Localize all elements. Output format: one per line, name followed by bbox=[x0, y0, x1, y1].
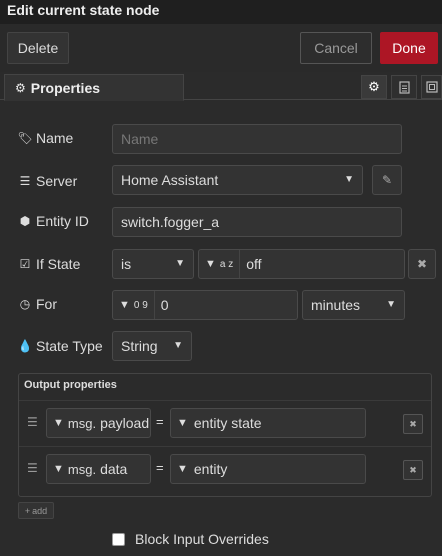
output-property: payload bbox=[100, 415, 150, 431]
caret-down-icon: ▼ bbox=[53, 463, 64, 475]
remove-row-button[interactable]: ✖ bbox=[403, 460, 423, 480]
dialog-toolbar: Delete Cancel Done bbox=[0, 24, 442, 72]
server-value: Home Assistant bbox=[121, 172, 219, 188]
checkbox-icon: ☑ bbox=[19, 257, 31, 271]
type-selector[interactable]: ▼ a z bbox=[199, 250, 241, 278]
output-property: data bbox=[100, 461, 128, 477]
add-label: add bbox=[32, 505, 48, 516]
caret-down-icon: ▼ bbox=[177, 463, 188, 475]
output-properties-title: Output properties bbox=[24, 379, 117, 391]
output-value: entity bbox=[193, 461, 228, 477]
cube-icon: ⬢ bbox=[19, 214, 31, 228]
for-label-row: ◷ For bbox=[18, 296, 57, 312]
gear-icon: ⚙ bbox=[15, 80, 26, 95]
name-field[interactable]: Name bbox=[112, 124, 402, 154]
ifstate-operator-select[interactable]: is ▼ bbox=[112, 249, 194, 279]
server-select[interactable]: Home Assistant ▼ bbox=[112, 165, 363, 195]
type-selector[interactable]: ▼ bbox=[171, 409, 194, 437]
equals-sign: = bbox=[156, 460, 164, 475]
appearance-tab-icon[interactable] bbox=[421, 75, 442, 99]
caret-down-icon: ▼ bbox=[205, 258, 216, 270]
tab-bar: ⚙ Properties ⚙ bbox=[0, 72, 442, 101]
tag-icon: 🏷 bbox=[17, 131, 33, 145]
for-label: For bbox=[36, 296, 57, 312]
type-selector[interactable]: ▼ 0 9 bbox=[113, 291, 155, 319]
statetype-select[interactable]: String ▼ bbox=[112, 331, 192, 361]
statetype-label: State Type bbox=[36, 338, 103, 354]
caret-down-icon: ▼ bbox=[177, 417, 188, 429]
caret-down-icon: ▼ bbox=[53, 417, 64, 429]
statetype-value: String bbox=[121, 338, 158, 354]
type-selector[interactable]: ▼ bbox=[171, 455, 194, 483]
ifstate-value-field[interactable]: ▼ a z off bbox=[198, 249, 405, 279]
output-row: ☰ ▼ msg. data = ▼ entity ✖ bbox=[19, 446, 431, 490]
chevron-down-icon: ▼ bbox=[344, 174, 354, 185]
name-label-row: 🏷 Name bbox=[17, 130, 74, 146]
caret-down-icon: ▼ bbox=[119, 299, 130, 311]
chevron-down-icon: ▼ bbox=[175, 258, 185, 269]
plus-icon: + bbox=[24, 505, 31, 516]
server-icon: ☰ bbox=[19, 174, 31, 188]
msg-prefix: msg. bbox=[67, 461, 97, 477]
string-type-icon: a z bbox=[219, 258, 234, 270]
name-label: Name bbox=[36, 130, 74, 146]
block-input-checkbox[interactable] bbox=[112, 532, 125, 546]
properties-panel: 🏷 Name Name ☰ Server Home Assistant ▼ ✎ … bbox=[0, 101, 442, 556]
for-unit-select[interactable]: minutes ▼ bbox=[302, 290, 405, 320]
tab-properties[interactable]: ⚙ Properties bbox=[4, 74, 184, 101]
block-input-label: Block Input Overrides bbox=[135, 531, 269, 547]
output-property-field[interactable]: ▼ msg. payload bbox=[46, 408, 151, 438]
close-icon: ✖ bbox=[409, 464, 417, 475]
type-selector[interactable]: ▼ msg. bbox=[47, 409, 98, 437]
done-button[interactable]: Done bbox=[380, 32, 438, 64]
for-value-field[interactable]: ▼ 0 9 0 bbox=[112, 290, 298, 320]
close-icon: ✖ bbox=[416, 257, 428, 271]
equals-sign: = bbox=[156, 414, 164, 429]
remove-row-button[interactable]: ✖ bbox=[403, 414, 423, 434]
description-tab-icon[interactable] bbox=[391, 75, 417, 99]
entity-label: Entity ID bbox=[36, 213, 89, 229]
ifstate-label: If State bbox=[36, 256, 81, 272]
msg-prefix: msg. bbox=[67, 415, 97, 431]
output-row: ☰ ▼ msg. payload = ▼ entity state ✖ bbox=[19, 400, 431, 444]
cancel-button[interactable]: Cancel bbox=[300, 32, 372, 64]
dialog-titlebar: Edit current state node bbox=[0, 0, 442, 24]
statetype-label-row: 💧 State Type bbox=[18, 338, 103, 354]
type-selector[interactable]: ▼ msg. bbox=[47, 455, 98, 483]
entity-id-field[interactable]: switch.fogger_a bbox=[112, 207, 402, 237]
output-value: entity state bbox=[193, 415, 262, 431]
ifstate-operator: is bbox=[121, 256, 132, 272]
dialog-title: Edit current state node bbox=[7, 2, 160, 18]
output-value-field[interactable]: ▼ entity bbox=[170, 454, 366, 484]
edit-server-button[interactable]: ✎ bbox=[372, 165, 402, 195]
output-properties-box: Output properties ☰ ▼ msg. payload = ▼ e… bbox=[18, 373, 432, 497]
delete-button[interactable]: Delete bbox=[7, 32, 69, 64]
close-icon: ✖ bbox=[409, 418, 417, 429]
output-property-field[interactable]: ▼ msg. data bbox=[46, 454, 151, 484]
clear-ifstate-button[interactable]: ✖ bbox=[408, 249, 436, 279]
block-input-row: Block Input Overrides bbox=[112, 531, 269, 547]
server-label: Server bbox=[36, 173, 78, 189]
server-label-row: ☰ Server bbox=[18, 173, 78, 189]
chevron-down-icon: ▼ bbox=[173, 340, 183, 351]
number-type-icon: 0 9 bbox=[133, 299, 148, 311]
entity-label-row: ⬢ Entity ID bbox=[18, 213, 89, 229]
ifstate-label-row: ☑ If State bbox=[18, 256, 81, 272]
clock-icon: ◷ bbox=[19, 297, 31, 311]
add-output-button[interactable]: + add bbox=[18, 502, 54, 519]
for-value: 0 bbox=[160, 297, 169, 313]
pencil-icon: ✎ bbox=[381, 173, 393, 187]
settings-tab-icon[interactable]: ⚙ bbox=[361, 75, 387, 99]
for-unit: minutes bbox=[311, 297, 361, 313]
output-value-field[interactable]: ▼ entity state bbox=[170, 408, 366, 438]
chevron-down-icon: ▼ bbox=[386, 299, 396, 310]
tint-icon: 💧 bbox=[17, 339, 33, 353]
tab-properties-label: Properties bbox=[30, 79, 101, 96]
drag-handle-icon[interactable]: ☰ bbox=[27, 461, 38, 475]
drag-handle-icon[interactable]: ☰ bbox=[27, 415, 38, 429]
ifstate-value: off bbox=[246, 256, 262, 272]
